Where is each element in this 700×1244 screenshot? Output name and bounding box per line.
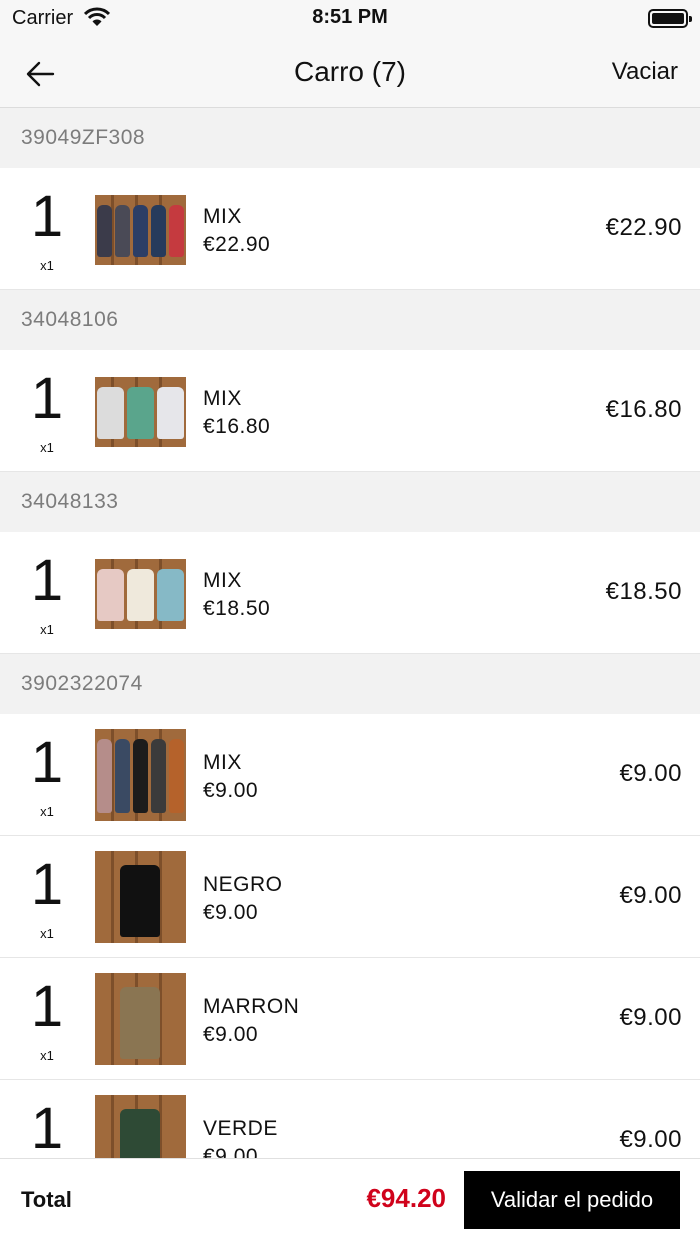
garment-swatch [132,205,149,257]
product-thumbnail[interactable] [95,559,186,629]
item-variant-name: MIX [203,387,242,410]
garment-swatch [126,569,155,621]
section-header-reference: 34048133 [0,472,700,532]
validate-order-button[interactable]: Validar el pedido [464,1171,680,1229]
status-bar: Carrier 8:51 PM [0,0,700,40]
quantity-value: 1 [30,548,64,613]
product-thumbnail[interactable] [95,377,186,447]
quantity-multiplier: x1 [40,622,54,637]
garment-swatch [96,739,112,813]
garment-swatch [96,569,124,621]
status-time: 8:51 PM [312,6,388,28]
item-variant-name: MIX [203,205,242,228]
cart-line-item[interactable]: 1 x1 MIX €16.80 €16.80 [0,350,700,472]
cart-line-item[interactable]: 1 x1 NEGRO €9.00 €9.00 [0,836,700,958]
cart-line-item[interactable]: 1 x1 MIX €9.00 €9.00 [0,714,700,836]
quantity-multiplier: x1 [40,1048,54,1063]
quantity-value: 1 [30,366,64,431]
empty-cart-button[interactable]: Vaciar [612,58,678,86]
garment-swatch [114,205,130,257]
garment-swatch [126,387,155,439]
total-value: €94.20 [366,1183,446,1213]
section-header-reference: 3902322074 [0,654,700,714]
item-unit-price: €9.00 [203,779,259,802]
item-line-total: €16.80 [605,396,682,423]
cart-line-item[interactable]: 1 x1 MARRON €9.00 €9.00 [0,958,700,1080]
cart-line-item[interactable]: 1 x1 MIX €18.50 €18.50 [0,532,700,654]
item-line-total: €9.00 [619,1004,682,1031]
item-variant-name: NEGRO [203,873,283,896]
cart-list[interactable]: 39049ZF308 1 x1 MIX €22.90 €22.90 34048106 1 x1 M… [0,108,700,1202]
page-title: Carro (7) [293,56,406,87]
garment-swatch [96,387,124,439]
battery-icon [648,9,692,28]
item-line-total: €9.00 [619,1126,682,1153]
garment-swatch [157,387,185,439]
product-thumbnail[interactable] [95,729,186,821]
quantity-value: 1 [30,974,64,1039]
garment-swatch [120,987,160,1059]
quantity-value: 1 [30,852,64,917]
product-thumbnail[interactable] [95,973,186,1065]
garment-swatch [157,569,185,621]
product-thumbnail[interactable] [95,195,186,265]
quantity-multiplier: x1 [40,258,54,273]
quantity-value: 1 [30,184,64,249]
item-line-total: €9.00 [619,760,682,787]
item-variant-name: VERDE [203,1117,278,1140]
quantity-multiplier: x1 [40,804,54,819]
checkout-footer: Total €94.20 Validar el pedido [0,1158,700,1244]
item-line-total: €18.50 [605,578,682,605]
section-header-reference: 34048106 [0,290,700,350]
cart-line-item[interactable]: 1 x1 MIX €22.90 €22.90 [0,168,700,290]
product-thumbnail[interactable] [95,851,186,943]
quantity-multiplier: x1 [40,440,54,455]
quantity-value: 1 [30,1096,64,1161]
item-unit-price: €18.50 [203,597,271,620]
garment-swatch [169,739,185,813]
garment-swatch [151,205,167,257]
item-variant-name: MIX [203,751,242,774]
item-line-total: €9.00 [619,882,682,909]
item-unit-price: €9.00 [203,1023,259,1046]
item-unit-price: €22.90 [203,233,271,256]
navigation-bar: Carro (7) Vaciar [0,40,700,108]
garment-swatch [151,739,167,813]
item-unit-price: €16.80 [203,415,271,438]
garment-swatch [132,739,149,813]
quantity-value: 1 [30,730,64,795]
item-line-total: €22.90 [605,214,682,241]
quantity-multiplier: x1 [40,926,54,941]
garment-swatch [169,205,185,257]
garment-swatch [114,739,130,813]
section-header-reference: 39049ZF308 [0,108,700,168]
garment-swatch [120,865,160,937]
item-variant-name: MARRON [203,995,300,1018]
item-unit-price: €9.00 [203,901,259,924]
total-label: Total [21,1187,72,1212]
item-variant-name: MIX [203,569,242,592]
garment-swatch [96,205,112,257]
